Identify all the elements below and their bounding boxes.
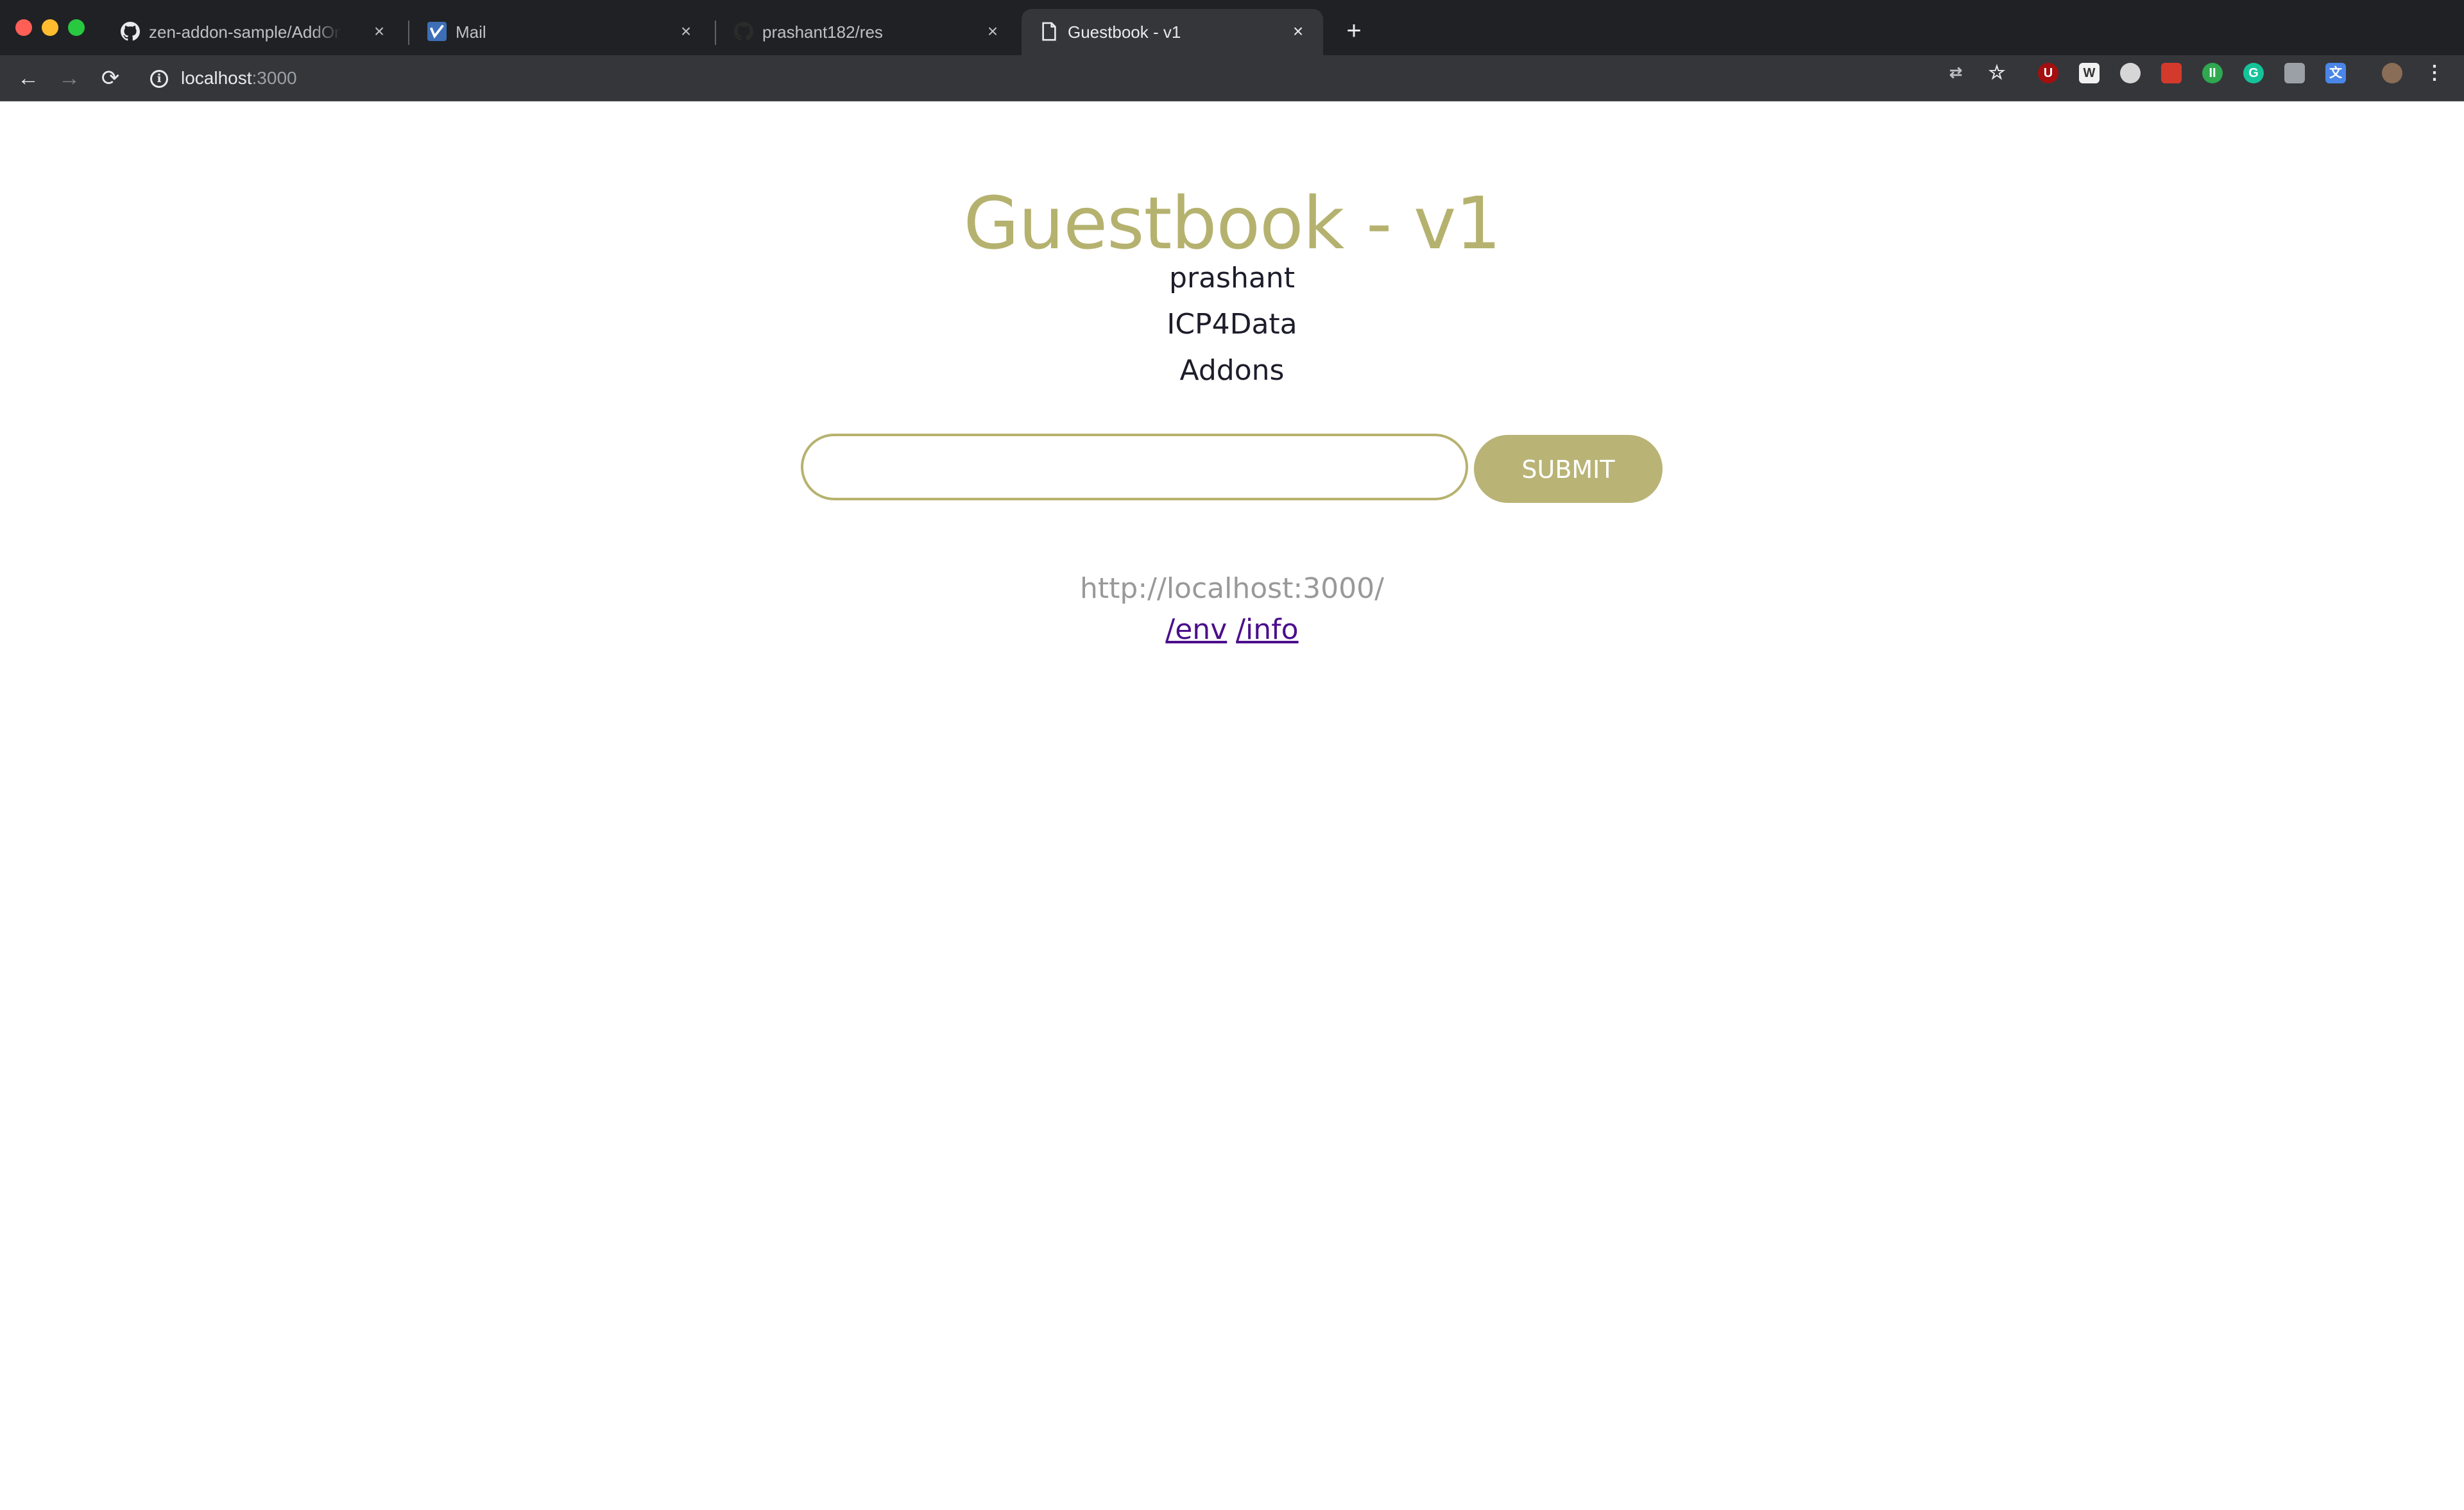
- w-extension-icon[interactable]: W: [2079, 63, 2100, 83]
- tab-title: Mail: [456, 22, 486, 42]
- translate-icon[interactable]: ⇄: [1946, 63, 1966, 83]
- env-link[interactable]: /env: [1165, 613, 1227, 646]
- address-host: localhost: [181, 68, 252, 88]
- browser-tab-bar: zen-addon-sample/AddOnMetadata × Mail × …: [0, 0, 2464, 55]
- address-port: :3000: [252, 68, 297, 88]
- forward-arrow-icon[interactable]: →: [54, 63, 85, 94]
- close-icon[interactable]: ×: [1287, 21, 1309, 42]
- page-content: Guestbook - v1 prashant ICP4Data Addons …: [0, 101, 2464, 1510]
- red-extension-icon[interactable]: [2161, 63, 2182, 83]
- window-minimize-button[interactable]: [42, 19, 58, 36]
- tab-mail[interactable]: Mail ×: [409, 9, 711, 55]
- host-address: http://localhost:3000/: [1080, 572, 1384, 605]
- grammarly-icon[interactable]: G: [2243, 63, 2264, 83]
- tab-title: Guestbook - v1: [1068, 22, 1181, 42]
- green-extension-icon[interactable]: II: [2202, 63, 2223, 83]
- address-text: localhost:3000: [181, 67, 297, 89]
- star-icon[interactable]: ☆: [1987, 63, 2007, 83]
- close-icon[interactable]: ×: [368, 21, 390, 42]
- page-links: /env /info: [0, 611, 2464, 649]
- guestbook-message-input[interactable]: [801, 434, 1468, 500]
- guestbook-entry: prashant: [1169, 262, 1295, 294]
- tab-prashant182-res[interactable]: prashant182/res ×: [716, 9, 1018, 55]
- info-link[interactable]: /info: [1236, 613, 1298, 646]
- new-tab-button[interactable]: +: [1340, 17, 1368, 45]
- circle-extension-icon[interactable]: [2120, 63, 2141, 83]
- guestbook-entry: ICP4Data: [1167, 308, 1297, 341]
- tab-title: prashant182/res: [762, 22, 883, 42]
- address-bar[interactable]: i localhost:3000: [139, 62, 1935, 95]
- close-icon[interactable]: ×: [982, 21, 1004, 42]
- guestbook-entries: prashant ICP4Data Addons: [0, 255, 2464, 394]
- back-arrow-icon[interactable]: ←: [13, 63, 44, 94]
- window-zoom-button[interactable]: [68, 19, 85, 36]
- google-translate-icon[interactable]: 文: [2325, 63, 2346, 83]
- github-icon: [734, 22, 753, 41]
- tab-guestbook[interactable]: Guestbook - v1 ×: [1022, 9, 1323, 55]
- info-icon[interactable]: i: [150, 70, 168, 88]
- submit-button[interactable]: SUBMIT: [1474, 435, 1663, 503]
- close-icon[interactable]: ×: [675, 21, 697, 42]
- printer-extension-icon[interactable]: [2284, 63, 2305, 83]
- guestbook-entry: Addons: [1179, 354, 1285, 387]
- document-icon: [1042, 22, 1056, 41]
- tab-zen-addon-sample[interactable]: zen-addon-sample/AddOnMetadata ×: [103, 9, 404, 55]
- github-icon: [121, 22, 140, 41]
- kebab-menu-icon[interactable]: ⋮: [2424, 63, 2445, 83]
- mail-app-icon: [427, 22, 447, 41]
- tab-title: zen-addon-sample/AddOnMetadata: [149, 22, 341, 42]
- window-close-button[interactable]: [15, 19, 32, 36]
- reload-icon[interactable]: ⟳: [95, 63, 126, 94]
- ublock-icon[interactable]: U: [2038, 63, 2058, 83]
- profile-avatar-icon[interactable]: [2382, 63, 2402, 83]
